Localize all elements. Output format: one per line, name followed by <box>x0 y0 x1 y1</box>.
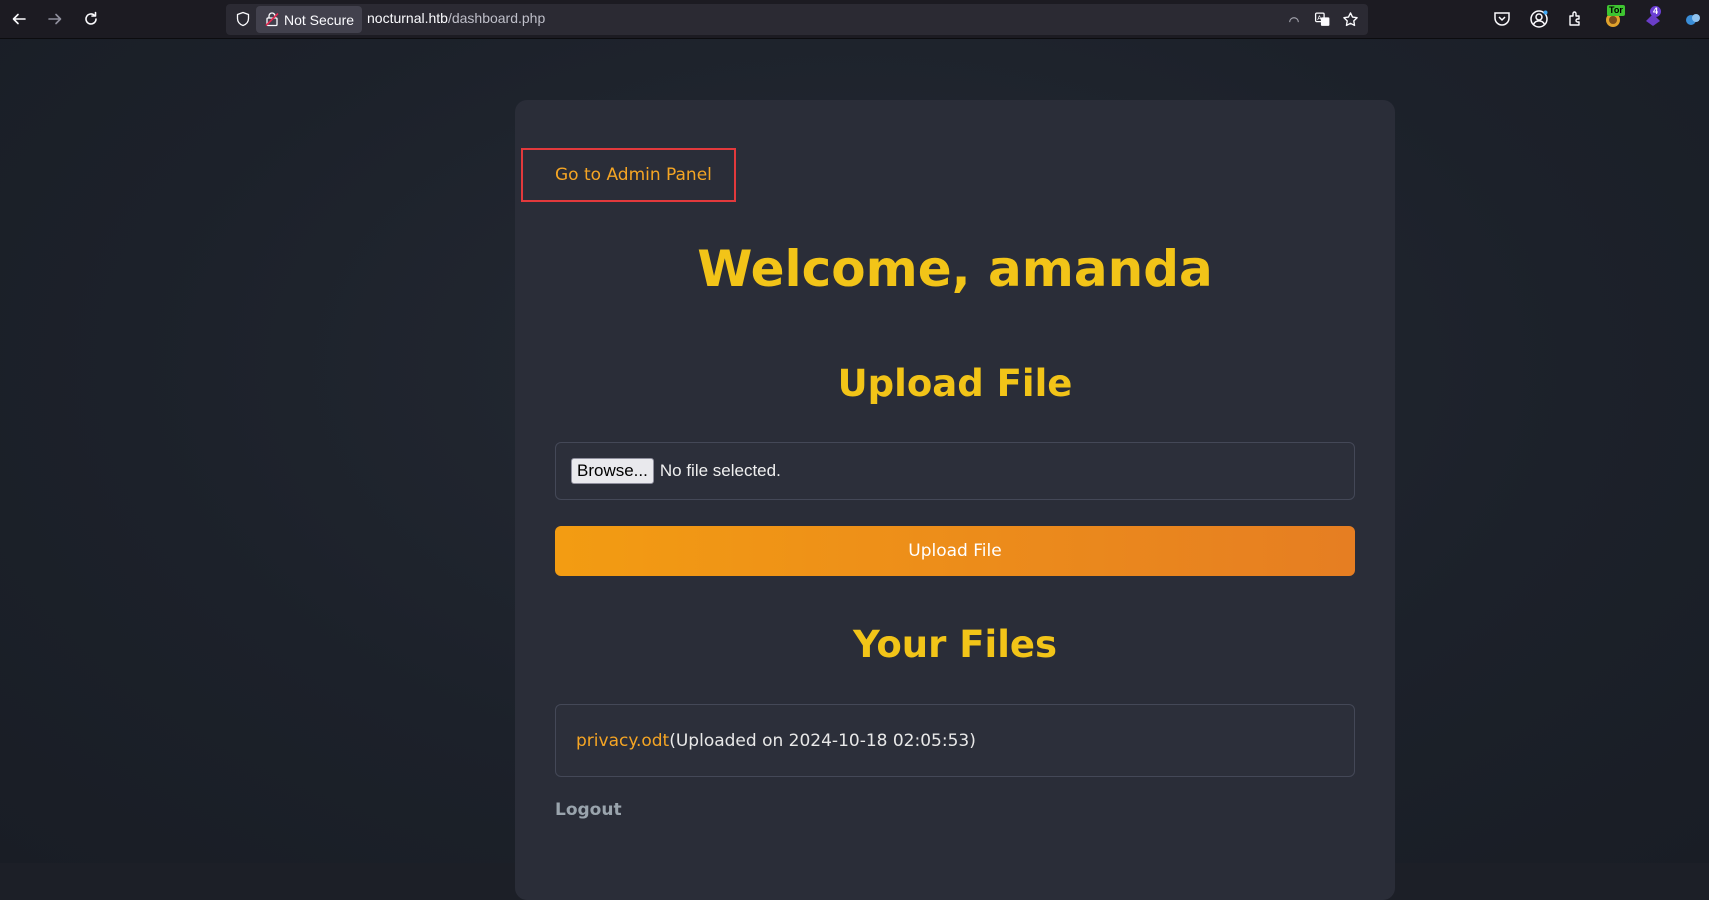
reload-icon <box>85 11 97 25</box>
not-secure-label: Not Secure <box>284 11 355 28</box>
welcome-heading: Welcome, amanda <box>697 240 1213 298</box>
insecure-lock-icon <box>265 12 279 27</box>
tor-badge: Tor <box>1607 5 1625 16</box>
svg-text:A: A <box>1317 14 1322 22</box>
your-files-heading: Your Files <box>852 623 1058 666</box>
upload-file-button[interactable]: Upload File <box>555 526 1355 576</box>
browser-toolbar: Not Secure nocturnal.htb/dashboard.php A… <box>0 0 1709 39</box>
reload-button[interactable] <box>78 6 104 32</box>
back-button[interactable] <box>6 6 32 32</box>
url-text[interactable]: nocturnal.htb/dashboard.php <box>367 10 545 26</box>
url-host: nocturnal.htb <box>367 10 448 26</box>
forward-arrow-icon <box>48 13 62 25</box>
translate-icon[interactable]: A <box>1314 11 1331 28</box>
file-input[interactable]: Browse... No file selected. <box>555 442 1355 500</box>
foxyproxy-icon[interactable] <box>1683 9 1703 29</box>
forward-button[interactable] <box>42 6 68 32</box>
back-arrow-icon <box>12 13 26 25</box>
file-link[interactable]: privacy.odt <box>576 731 669 751</box>
page-background: Go to Admin Panel Welcome, amanda Upload… <box>0 39 1709 900</box>
bookmark-star-icon[interactable] <box>1342 11 1359 28</box>
dashboard-card: Go to Admin Panel Welcome, amanda Upload… <box>515 100 1395 900</box>
logout-link[interactable]: Logout <box>555 800 622 820</box>
extensions-icon[interactable] <box>1566 9 1586 29</box>
reader-loading-icon <box>1289 17 1299 23</box>
not-secure-indicator[interactable]: Not Secure <box>256 6 363 33</box>
tracking-shield-icon[interactable] <box>235 11 251 27</box>
account-icon[interactable] <box>1529 9 1549 29</box>
url-path: /dashboard.php <box>447 10 546 26</box>
extension-count-badge: 4 <box>1650 6 1662 17</box>
file-upload-date: (Uploaded on 2024-10-18 02:05:53) <box>669 730 976 751</box>
file-list-item: privacy.odt (Uploaded on 2024-10-18 02:0… <box>555 704 1355 777</box>
upload-file-heading: Upload File <box>837 362 1073 405</box>
file-status-text: No file selected. <box>659 461 781 480</box>
admin-panel-link[interactable]: Go to Admin Panel <box>521 148 736 202</box>
pocket-icon[interactable] <box>1492 9 1512 29</box>
url-bar[interactable]: Not Secure nocturnal.htb/dashboard.php A <box>226 4 1368 35</box>
browse-button[interactable]: Browse... <box>571 458 654 484</box>
